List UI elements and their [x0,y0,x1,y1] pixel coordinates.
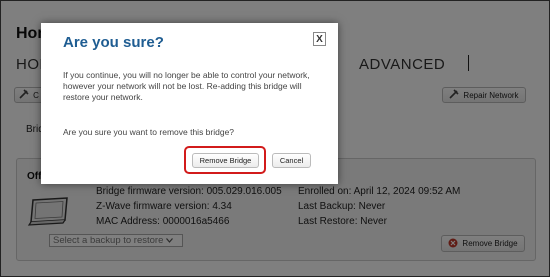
dialog-title: Are you sure? [63,34,164,51]
app-window: Home HOME ADVANCED C Repair Network Brid… [0,0,550,277]
cancel-button[interactable]: Cancel [272,153,311,168]
dialog-question: Are you sure you want to remove this bri… [63,127,235,137]
confirm-dialog: Are you sure? X If you continue, you wil… [41,23,338,184]
confirm-remove-bridge-button[interactable]: Remove Bridge [192,153,259,168]
dialog-message: If you continue, you will no longer be a… [63,70,310,102]
close-icon[interactable]: X [313,32,326,46]
